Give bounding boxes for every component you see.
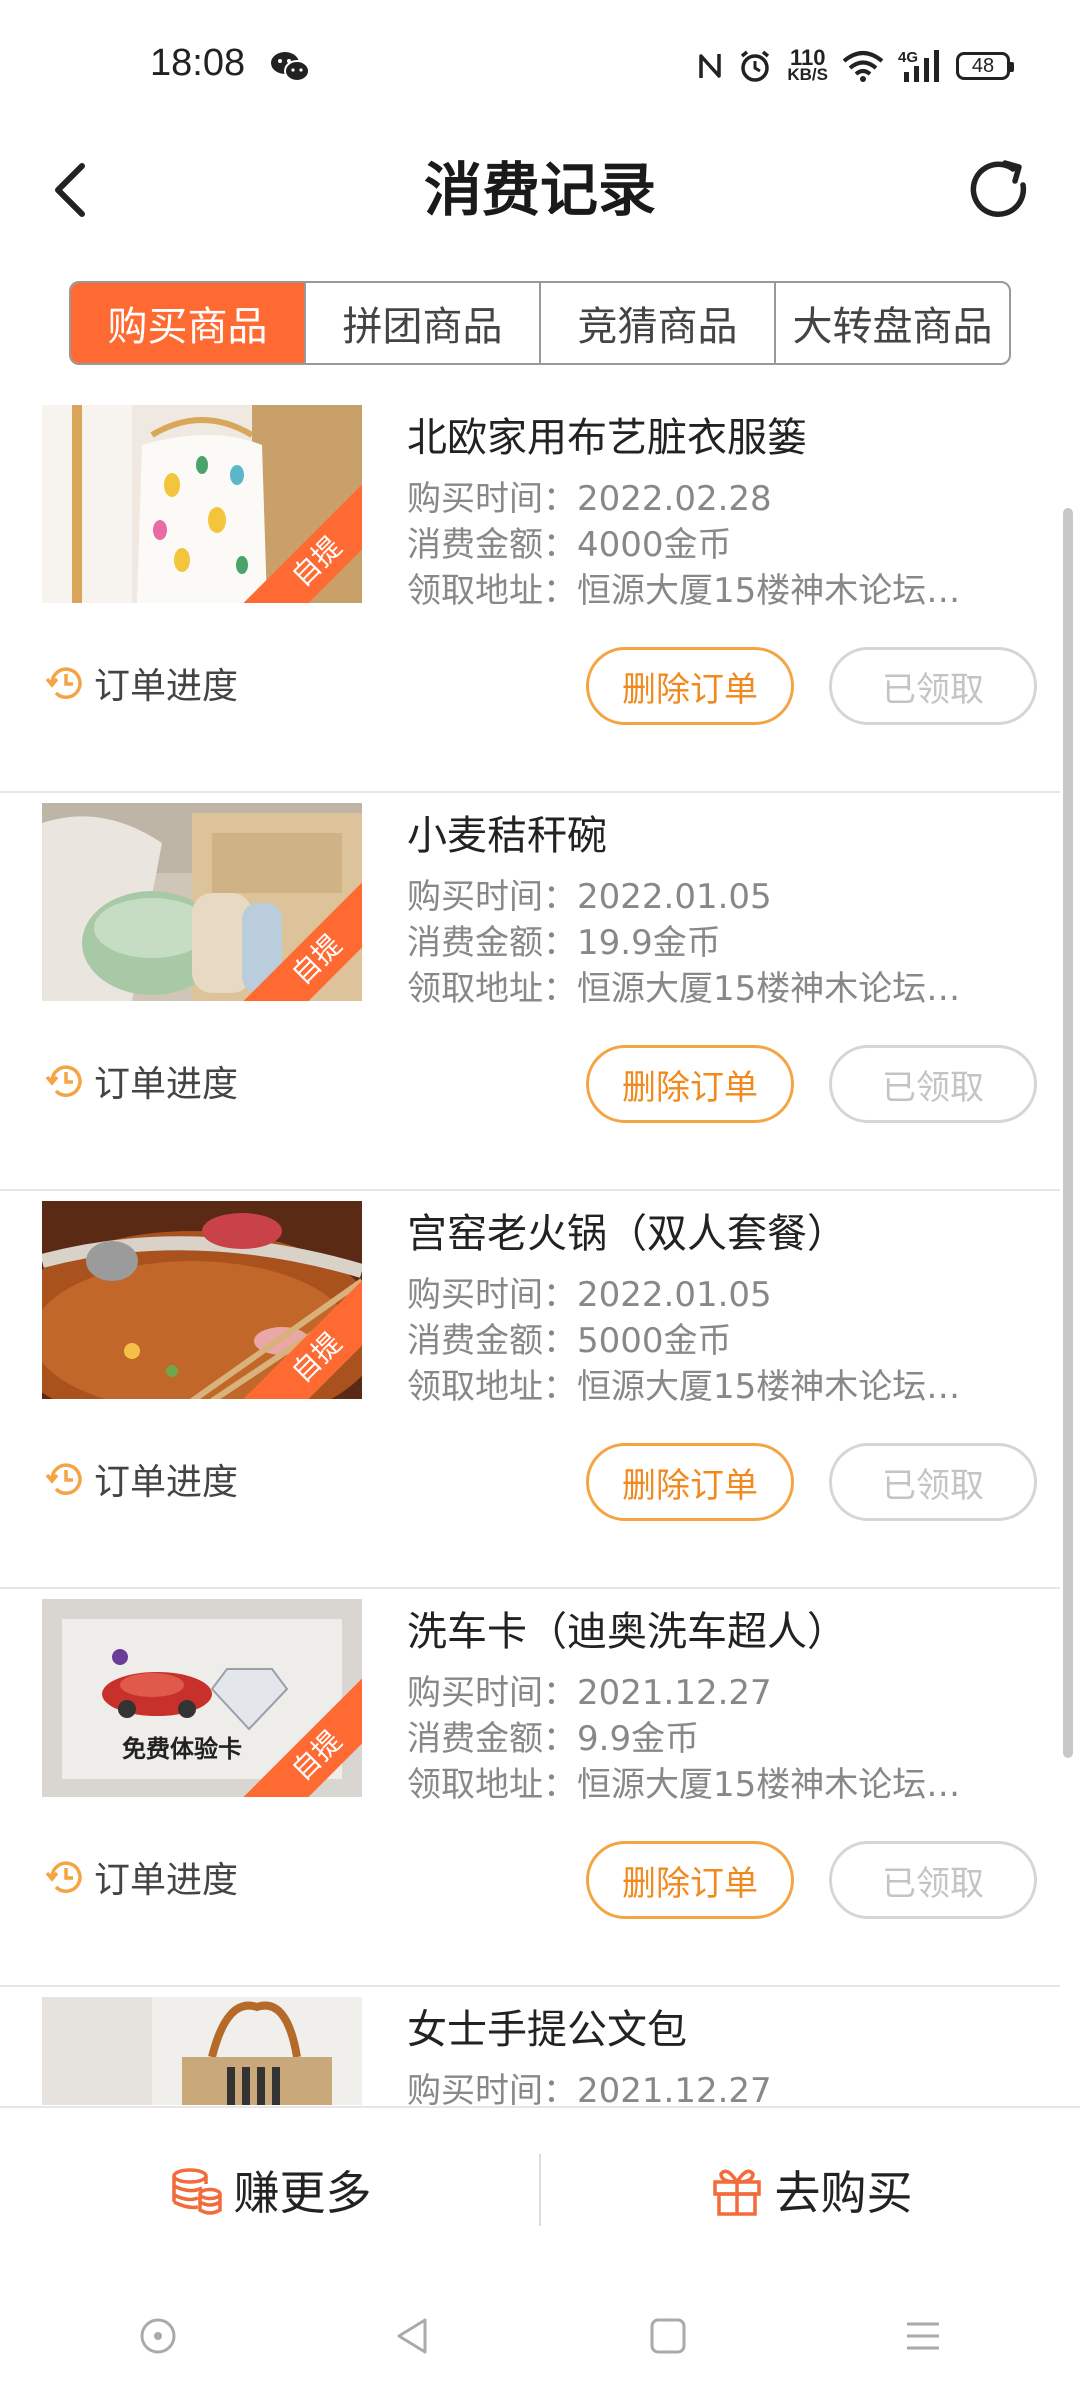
- spend-amount: 消费金额：4000金币: [407, 525, 732, 565]
- battery-indicator: 48: [956, 52, 1014, 80]
- order-progress-label: 订单进度: [94, 1064, 239, 1105]
- go-buy-label: 去购买: [774, 2166, 913, 2220]
- page-title: 消费记录: [423, 156, 656, 224]
- product-image[interactable]: 免费体验卡 自提: [42, 1599, 362, 1797]
- coins-icon: [171, 2168, 222, 2215]
- delete-order-button[interactable]: 删除订单: [586, 1443, 794, 1521]
- network-type: 4G: [898, 49, 918, 66]
- earn-more-button[interactable]: 赚更多: [0, 2157, 539, 2223]
- pickup-address: 领取地址：恒源大厦15楼神木论坛平台: [407, 1765, 992, 1805]
- order-progress-link[interactable]: 订单进度: [44, 1851, 238, 1903]
- received-status-button[interactable]: 已领取: [829, 647, 1037, 725]
- nfc-icon: [699, 54, 722, 78]
- received-status-button[interactable]: 已领取: [829, 1841, 1037, 1919]
- system-back-button[interactable]: [368, 2291, 458, 2381]
- delete-order-button[interactable]: 删除订单: [586, 1841, 794, 1919]
- speed-value: 110: [789, 45, 826, 70]
- nav-back-icon: [397, 2318, 426, 2354]
- system-menu-button[interactable]: [878, 2291, 968, 2381]
- alarm-icon: [741, 50, 770, 82]
- speed-unit: KB/S: [787, 65, 828, 84]
- product-name: 宫窑老火锅（双人套餐）: [407, 1211, 847, 1257]
- order-item[interactable]: 女士手提公文包 购买时间：2021.12.27: [0, 1987, 1060, 2105]
- status-time: 18:08: [150, 42, 246, 84]
- order-progress-label: 订单进度: [94, 1462, 239, 1503]
- order-item[interactable]: 自提 宫窑老火锅（双人套餐） 购买时间：2022.01.05 消费金额：5000…: [0, 1191, 1060, 1589]
- app-header: 消费记录: [0, 130, 1080, 260]
- product-name: 北欧家用布艺脏衣服篓: [407, 415, 807, 461]
- product-name: 洗车卡（迪奥洗车超人）: [407, 1609, 847, 1655]
- clock-history-icon: [45, 1861, 82, 1893]
- home-icon: [140, 2318, 175, 2354]
- order-progress-label: 订单进度: [94, 1860, 239, 1901]
- product-name: 小麦秸秆碗: [407, 813, 607, 859]
- purchase-time: 购买时间：2022.02.28: [407, 479, 772, 519]
- network-speed: 110 KB/S: [787, 45, 828, 84]
- refresh-button[interactable]: [956, 146, 1044, 234]
- order-progress-link[interactable]: 订单进度: [44, 1055, 238, 1107]
- pickup-address: 领取地址：恒源大厦15楼神木论坛平台: [407, 571, 992, 611]
- product-image[interactable]: 自提: [42, 803, 362, 1001]
- purchase-time: 购买时间：2022.01.05: [407, 1275, 772, 1315]
- earn-more-label: 赚更多: [233, 2166, 372, 2220]
- system-navigation-bar: [0, 2272, 1080, 2400]
- scrollbar[interactable]: [1063, 508, 1073, 1758]
- wifi-icon: [842, 51, 884, 82]
- received-status-button[interactable]: 已领取: [829, 1045, 1037, 1123]
- purchase-time: 购买时间：2022.01.05: [407, 877, 772, 917]
- spend-amount: 消费金额：19.9金币: [407, 923, 721, 963]
- product-image[interactable]: 自提: [42, 405, 362, 603]
- tab-purchase[interactable]: 购买商品: [71, 283, 304, 363]
- order-progress-link[interactable]: 订单进度: [44, 1453, 238, 1505]
- clock-history-icon: [45, 667, 82, 699]
- order-progress-link[interactable]: 订单进度: [44, 657, 238, 709]
- pickup-address: 领取地址：恒源大厦15楼神木论坛平台: [407, 1367, 992, 1407]
- product-name: 女士手提公文包: [407, 2007, 687, 2053]
- spend-amount: 消费金额：9.9金币: [407, 1719, 700, 1759]
- system-home-button[interactable]: [623, 2291, 713, 2381]
- tab-guess[interactable]: 竞猜商品: [539, 283, 774, 363]
- consumption-records-screen: 18:08 110 KB/S 4G 48 消费记录 购买商品 拼团商品 竞猜商品…: [0, 0, 1080, 2400]
- product-image[interactable]: 自提: [42, 1201, 362, 1399]
- bottom-action-bar: 赚更多 去购买: [0, 2106, 1080, 2272]
- status-bar: 18:08 110 KB/S 4G 48: [0, 0, 1080, 130]
- handbag-image: [42, 1997, 362, 2105]
- gift-icon: [712, 2169, 761, 2216]
- menu-icon: [906, 2322, 939, 2350]
- refresh-icon: [970, 160, 1027, 217]
- order-item[interactable]: 自提 小麦秸秆碗 购买时间：2022.01.05 消费金额：19.9金币 领取地…: [0, 793, 1060, 1191]
- go-buy-button[interactable]: 去购买: [541, 2157, 1080, 2223]
- product-image[interactable]: [42, 1997, 362, 2105]
- delete-order-button[interactable]: 删除订单: [586, 647, 794, 725]
- recents-icon: [650, 2318, 685, 2354]
- order-progress-label: 订单进度: [94, 666, 239, 707]
- purchase-time: 购买时间：2021.12.27: [407, 2071, 772, 2105]
- order-item[interactable]: 免费体验卡 自提 洗车卡（迪奥洗车超人） 购买时间：2021.12.27 消费金…: [0, 1589, 1060, 1987]
- wechat-icon: [271, 52, 310, 82]
- spend-amount: 消费金额：5000金币: [407, 1321, 732, 1361]
- order-item[interactable]: 自提 北欧家用布艺脏衣服篓 购买时间：2022.02.28 消费金额：4000金…: [0, 395, 1060, 793]
- tab-group-buy[interactable]: 拼团商品: [304, 283, 539, 363]
- clock-history-icon: [45, 1463, 82, 1495]
- delete-order-button[interactable]: 删除订单: [586, 1045, 794, 1123]
- assistant-button[interactable]: [113, 2291, 203, 2381]
- pickup-address: 领取地址：恒源大厦15楼神木论坛平台: [407, 969, 992, 1009]
- category-tabs: 购买商品 拼团商品 竞猜商品 大转盘商品: [69, 281, 1011, 365]
- clock-history-icon: [45, 1065, 82, 1097]
- signal-icon: 4G: [898, 49, 939, 82]
- card-title: 免费体验卡: [122, 1734, 242, 1763]
- purchase-time: 购买时间：2021.12.27: [407, 1673, 772, 1713]
- order-list: 自提 北欧家用布艺脏衣服篓 购买时间：2022.02.28 消费金额：4000金…: [0, 395, 1080, 2105]
- tab-wheel[interactable]: 大转盘商品: [774, 283, 1009, 363]
- status-icons: 110 KB/S 4G 48: [697, 44, 1014, 88]
- received-status-button[interactable]: 已领取: [829, 1443, 1037, 1521]
